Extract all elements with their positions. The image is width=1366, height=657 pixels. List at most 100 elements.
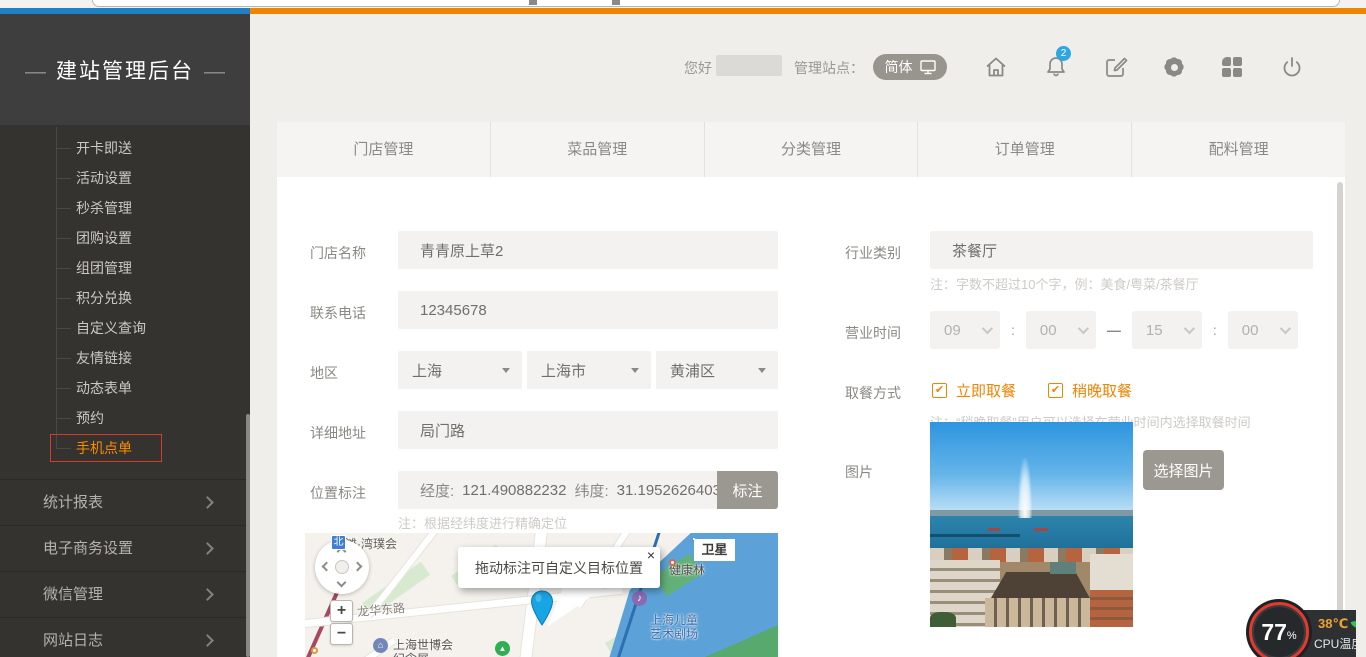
cpu-temp-value: 38℃: [1318, 616, 1348, 632]
photo-label: 图片: [845, 462, 873, 482]
map-pin-icon[interactable]: [530, 590, 554, 626]
home-icon[interactable]: [984, 55, 1008, 79]
mark-location-button[interactable]: 标注: [717, 471, 778, 509]
phone-value: 12345678: [420, 302, 487, 319]
photo-trees: [930, 612, 956, 627]
tab-order-management[interactable]: 订单管理: [918, 122, 1132, 177]
pan-right-icon[interactable]: [353, 562, 363, 572]
open-minute-select[interactable]: 00: [1026, 311, 1096, 349]
photo-water: [930, 516, 1133, 550]
photo-pier: [930, 534, 1020, 537]
park-poi-icon: ▲: [495, 641, 510, 656]
content-scrollbar[interactable]: [1337, 182, 1343, 657]
close-minute-select[interactable]: 00: [1228, 311, 1298, 349]
pan-down-icon[interactable]: [337, 578, 347, 588]
longitude-value: 121.490882232: [462, 482, 566, 499]
photo-red-mark: [988, 528, 1000, 531]
sidebar-section-site-logs[interactable]: 网站日志: [0, 617, 250, 657]
sidebar-item-friend-links[interactable]: 友情链接: [76, 348, 132, 368]
pickup-later-checkbox[interactable]: ✔: [1048, 383, 1063, 398]
photo-roofs-right: [1090, 590, 1133, 627]
map-widget[interactable]: 外滩·湾璞会 龙华东路 上海世博会 纪念展 健康林 上海儿童 艺术剧场 ⌂ ▲ …: [305, 533, 778, 657]
pan-knob[interactable]: [335, 560, 349, 574]
sidebar-item-points-exchange[interactable]: 积分兑换: [76, 288, 132, 308]
browser-text-remnant: [529, 0, 537, 5]
music-poi-icon: ♪: [632, 591, 647, 606]
sidebar-item-activity-settings[interactable]: 活动设置: [76, 168, 132, 188]
province-select[interactable]: 上海: [398, 351, 522, 389]
map-label-expo2: 纪念展: [393, 650, 429, 657]
tab-store-management[interactable]: 门店管理: [277, 122, 491, 177]
sidebar-section-ecommerce[interactable]: 电子商务设置: [0, 525, 250, 571]
title-dash: —: [204, 60, 225, 83]
address-input[interactable]: 局门路: [398, 411, 778, 449]
city-select[interactable]: 上海市: [527, 351, 651, 389]
pickup-now-label[interactable]: 立即取餐: [956, 380, 1016, 401]
photo-facade: [985, 598, 1090, 627]
sidebar-item-group-management[interactable]: 组团管理: [76, 258, 132, 278]
chevron-right-icon: [201, 588, 214, 601]
pan-left-icon[interactable]: [322, 562, 332, 572]
sidebar-header: —建站管理后台—: [0, 14, 250, 125]
power-logout-icon[interactable]: [1280, 55, 1304, 79]
sidebar-section-statistics[interactable]: 统计报表: [0, 479, 250, 525]
chevron-down-icon: [1078, 323, 1089, 334]
open-minute-value: 00: [1040, 322, 1057, 339]
settings-gear-icon[interactable]: [1163, 56, 1185, 78]
phone-input[interactable]: 12345678: [398, 291, 778, 329]
map-zoom-out-button[interactable]: −: [330, 623, 353, 645]
browser-edge: [0, 0, 1366, 8]
dropdown-caret-icon: [758, 368, 766, 373]
store-name-input[interactable]: 青青原上草2: [398, 231, 778, 269]
sidebar-item-flash-sale[interactable]: 秒杀管理: [76, 198, 132, 218]
industry-value: 茶餐厅: [952, 240, 997, 261]
pickup-now-checkbox[interactable]: ✔: [932, 383, 947, 398]
sidebar-item-dynamic-forms[interactable]: 动态表单: [76, 378, 132, 398]
location-coords-input[interactable]: 经度: 121.490882232 纬度: 31.1952626403: [398, 471, 717, 509]
language-site-button[interactable]: 简体: [873, 54, 947, 80]
language-label: 简体: [885, 57, 913, 77]
compass-north-icon: 北: [331, 535, 346, 550]
title-dash: —: [25, 60, 46, 83]
district-select[interactable]: 黄浦区: [656, 351, 778, 389]
time-range-dash: —: [1107, 322, 1121, 338]
close-hour-select[interactable]: 15: [1132, 311, 1202, 349]
page-scrollbar-track[interactable]: [1356, 14, 1366, 657]
photo-fountain: [1018, 458, 1032, 518]
close-hour-value: 15: [1146, 322, 1163, 339]
address-value: 局门路: [420, 420, 465, 441]
map-zoom-in-button[interactable]: +: [330, 600, 353, 622]
tab-dish-management[interactable]: 菜品管理: [491, 122, 705, 177]
open-hour-select[interactable]: 09: [930, 311, 1000, 349]
section-label: 统计报表: [43, 494, 103, 511]
location-note: 注：根据经纬度进行精确定位: [398, 513, 567, 532]
sidebar-item-card-gift[interactable]: 开卡即送: [76, 138, 132, 158]
pickup-later-label[interactable]: 稍晚取餐: [1072, 380, 1132, 401]
section-label: 网站日志: [43, 632, 103, 649]
active-item-highlight-box: [50, 434, 162, 462]
edit-icon[interactable]: [1104, 55, 1128, 79]
photo-teal-roof: [1050, 562, 1076, 574]
sidebar-section-wechat[interactable]: 微信管理: [0, 571, 250, 617]
time-colon: :: [1213, 322, 1217, 338]
apps-grid-icon[interactable]: [1222, 57, 1242, 77]
tab-ingredient-management[interactable]: 配料管理: [1132, 122, 1345, 177]
chevron-right-icon: [201, 634, 214, 647]
sidebar: —建站管理后台— 开卡即送 活动设置 秒杀管理 团购设置 组团管理 积分兑换 自…: [0, 14, 250, 657]
sidebar-item-reservation[interactable]: 预约: [76, 408, 104, 428]
location-label: 位置标注: [310, 483, 366, 503]
browser-addressbar-remnant: [92, 0, 1340, 7]
sidebar-item-groupbuy-settings[interactable]: 团购设置: [76, 228, 132, 248]
store-photo: [930, 422, 1133, 627]
sidebar-scrollbar[interactable]: [246, 414, 250, 657]
satellite-view-button[interactable]: 卫星: [694, 539, 735, 561]
photo-red-mark: [1034, 528, 1048, 531]
sidebar-item-custom-query[interactable]: 自定义查询: [76, 318, 146, 338]
monitor-icon: [920, 60, 936, 75]
tab-category-management[interactable]: 分类管理: [705, 122, 919, 177]
industry-input[interactable]: 茶餐厅: [930, 231, 1313, 269]
tooltip-close-icon[interactable]: ×: [647, 548, 655, 562]
choose-image-button[interactable]: 选择图片: [1143, 450, 1224, 490]
chevron-down-icon: [982, 323, 993, 334]
map-label-theater2: 艺术剧场: [650, 625, 698, 642]
